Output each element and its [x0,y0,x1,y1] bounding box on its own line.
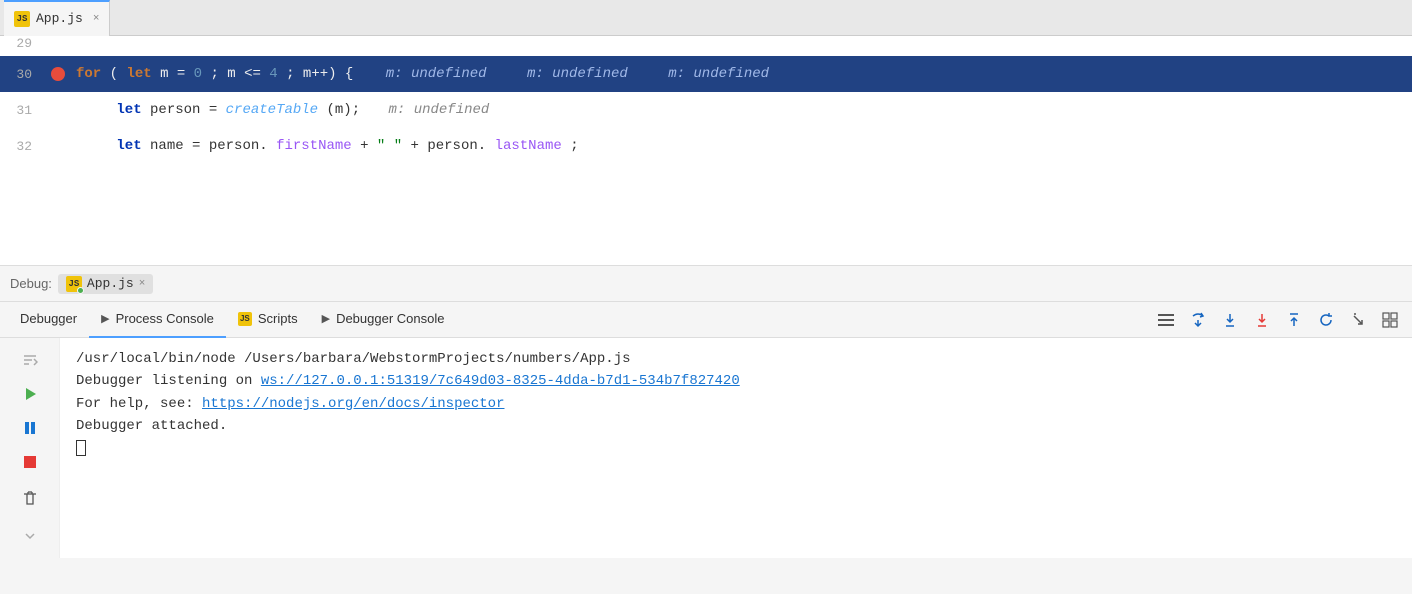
expand-button[interactable] [16,522,44,550]
debugger-console-icon: ▶ [322,312,330,325]
tab-scripts[interactable]: JS Scripts [226,302,310,338]
tab-process-console[interactable]: ▶ Process Console [89,302,226,338]
nodejs-docs-link[interactable]: https://nodejs.org/en/docs/inspector [202,396,504,412]
breakpoint-30[interactable] [44,67,72,81]
ws-link[interactable]: ws://127.0.0.1:51319/7c649d03-8325-4dda-… [261,373,740,389]
code-line-29: 29 [0,36,1412,56]
restart-button[interactable] [1312,306,1340,334]
debug-tabs-row: Debugger ▶ Process Console JS Scripts ▶ … [0,302,1412,338]
force-step-into-button[interactable] [1248,306,1276,334]
run-to-cursor-button[interactable] [1344,306,1372,334]
code-editor: 29 30 for ( let m = 0 ; m <= 4 ; m++) { … [0,36,1412,266]
debug-session-label: App.js [87,276,134,291]
stop-button[interactable] [16,448,44,476]
line-number-32: 32 [0,139,44,154]
clear-button[interactable] [16,484,44,512]
tab-debugger-label: Debugger [20,311,77,326]
console-area: /usr/local/bin/node /Users/barbara/Webst… [0,338,1412,558]
code-content-32: let name = person. firstName + " " + per… [72,138,579,154]
code-line-31: 31 let person = createTable (m); m: unde… [0,92,1412,128]
tab-debugger-console[interactable]: ▶ Debugger Console [310,302,457,338]
debug-active-dot [77,287,84,294]
debug-label: Debug: [10,276,52,291]
console-line-5 [76,438,1396,460]
tab-label: App.js [36,11,83,26]
tab-process-console-label: Process Console [116,311,214,326]
line-number-31: 31 [0,103,44,118]
console-line-1: /usr/local/bin/node /Users/barbara/Webst… [76,348,1396,370]
step-out-button[interactable] [1280,306,1308,334]
code-line-32: 32 let name = person. firstName + " " + … [0,128,1412,164]
console-line-4: Debugger attached. [76,415,1396,437]
tab-debugger-console-label: Debugger Console [336,311,444,326]
step-over-button[interactable] [1184,306,1212,334]
console-output: /usr/local/bin/node /Users/barbara/Webst… [60,338,1412,558]
breakpoint-dot [51,67,65,81]
process-console-icon: ▶ [101,312,109,325]
debug-session-tab[interactable]: JS App.js × [58,274,153,294]
sort-button[interactable] [16,346,44,374]
menu-button[interactable] [1152,306,1180,334]
debug-session-close[interactable]: × [139,278,146,290]
tab-close-button[interactable]: × [93,13,100,25]
editor-tab-bar: JS App.js × [0,0,1412,36]
line-number-29: 29 [0,36,44,56]
tab-scripts-label: Scripts [258,311,298,326]
code-line-30: 30 for ( let m = 0 ; m <= 4 ; m++) { m: … [0,56,1412,92]
console-cursor [76,440,86,456]
step-into-button[interactable] [1216,306,1244,334]
js-file-icon: JS [14,11,30,27]
left-toolbar [0,338,60,558]
debug-toolbar [1152,306,1412,334]
line-number-30: 30 [0,67,44,82]
resume-button[interactable] [16,380,44,408]
console-line-2: Debugger listening on ws://127.0.0.1:513… [76,370,1396,392]
code-content-31: let person = createTable (m); m: undefin… [72,102,489,118]
scripts-js-icon: JS [238,312,252,326]
tab-debugger[interactable]: Debugger [8,302,89,338]
pause-button[interactable] [16,414,44,442]
variables-view-button[interactable] [1376,306,1404,334]
debug-js-icon: JS [66,276,82,292]
code-content-30: for ( let m = 0 ; m <= 4 ; m++) { m: und… [72,66,769,82]
tab-appjs[interactable]: JS App.js × [4,0,110,36]
console-line-3: For help, see: https://nodejs.org/en/doc… [76,393,1396,415]
debug-session-bar: Debug: JS App.js × [0,266,1412,302]
